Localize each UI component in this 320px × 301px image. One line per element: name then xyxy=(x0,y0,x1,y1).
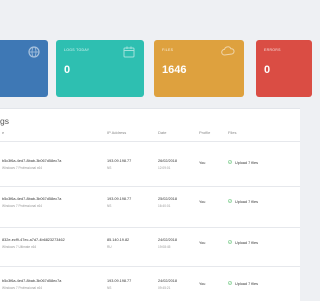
check-circle-icon xyxy=(228,160,232,164)
check-circle-icon xyxy=(228,281,232,285)
row-2-time: 16:40:01 xyxy=(158,204,171,208)
stat-label: ERRORS xyxy=(264,48,281,52)
row-4-profile: You xyxy=(199,282,206,286)
row-1-ip-sub: NS xyxy=(107,166,112,170)
stat-value: 0 xyxy=(264,64,271,76)
cloud-icon xyxy=(221,46,235,56)
panel-title: gs xyxy=(0,116,9,126)
stat-card-logs-today[interactable]: LOGS TODAY 0 xyxy=(56,40,144,97)
stat-value: 0 xyxy=(64,64,71,76)
row-1-date: 26/02/2018 xyxy=(158,159,178,163)
column-header-name[interactable]: e xyxy=(2,130,4,135)
row-divider xyxy=(0,266,300,267)
row-3-profile: You xyxy=(199,241,206,245)
row-4-ip-sub: NS xyxy=(107,286,112,290)
column-header-ip[interactable]: IP Address xyxy=(107,130,126,135)
row-divider xyxy=(0,186,300,187)
row-2-ip: 193.09.198.77 xyxy=(107,197,132,201)
row-2-name[interactable]: b5c3f6a-4ed7-8bab-3b067d58ec7a xyxy=(2,197,61,201)
row-4-name[interactable]: b5c3f6a-4ed7-8bab-3b067d58ec7a xyxy=(2,279,61,283)
stat-label: LOGS TODAY xyxy=(64,48,90,52)
row-1-ip: 193.09.198.77 xyxy=(107,159,132,163)
row-1-name[interactable]: b5c3f6a-4ed7-8bab-3b067d58ec7a xyxy=(2,159,61,163)
row-3-ip-sub: RU xyxy=(107,245,112,249)
globe-icon xyxy=(28,46,40,58)
stat-value: 1646 xyxy=(162,64,187,76)
row-1-profile: You xyxy=(199,161,206,165)
column-header-date[interactable]: Date xyxy=(158,130,166,135)
row-3-files[interactable]: Upload 7 files xyxy=(235,241,258,245)
row-4-date: 24/02/2018 xyxy=(158,279,178,283)
stat-label: FILES xyxy=(162,48,174,52)
stat-card-files[interactable]: FILES 1646 xyxy=(154,40,244,97)
check-circle-icon xyxy=(228,240,232,244)
column-header-profile[interactable]: Profile xyxy=(199,130,210,135)
row-1-files[interactable]: Upload 7 files xyxy=(235,161,258,165)
logs-panel xyxy=(0,108,300,301)
row-2-profile: You xyxy=(199,200,206,204)
header-divider xyxy=(0,141,300,142)
check-circle-icon xyxy=(228,199,232,203)
row-4-time: 09:45:21 xyxy=(158,286,171,290)
row-2-ip-sub: NS xyxy=(107,204,112,208)
row-2-files[interactable]: Upload 7 files xyxy=(235,200,258,204)
row-3-ip: 85.140.19.82 xyxy=(107,238,130,242)
row-4-files[interactable]: Upload 7 files xyxy=(235,282,258,286)
stat-card-servers[interactable] xyxy=(0,40,48,97)
row-divider xyxy=(0,227,300,228)
row-3-name[interactable]: 832e-ecf9-47ec-a7d7-4b6823273462 xyxy=(2,238,65,242)
calendar-icon xyxy=(123,46,135,58)
row-4-os: Windows 7 Professional x64 xyxy=(2,286,43,290)
row-2-date: 25/02/2018 xyxy=(158,197,178,201)
row-2-os: Windows 7 Professional x64 xyxy=(2,204,43,208)
row-1-time: 12:09:01 xyxy=(158,166,171,170)
row-3-time: 19:08:45 xyxy=(158,245,171,249)
row-4-ip: 193.09.198.77 xyxy=(107,279,132,283)
row-3-date: 24/02/2018 xyxy=(158,238,178,242)
stat-card-errors[interactable]: ERRORS 0 xyxy=(256,40,312,97)
row-3-os: Windows 7 Ultimate x64 xyxy=(2,245,37,249)
row-1-os: Windows 7 Professional x64 xyxy=(2,166,43,170)
column-header-files[interactable]: Files xyxy=(228,130,236,135)
